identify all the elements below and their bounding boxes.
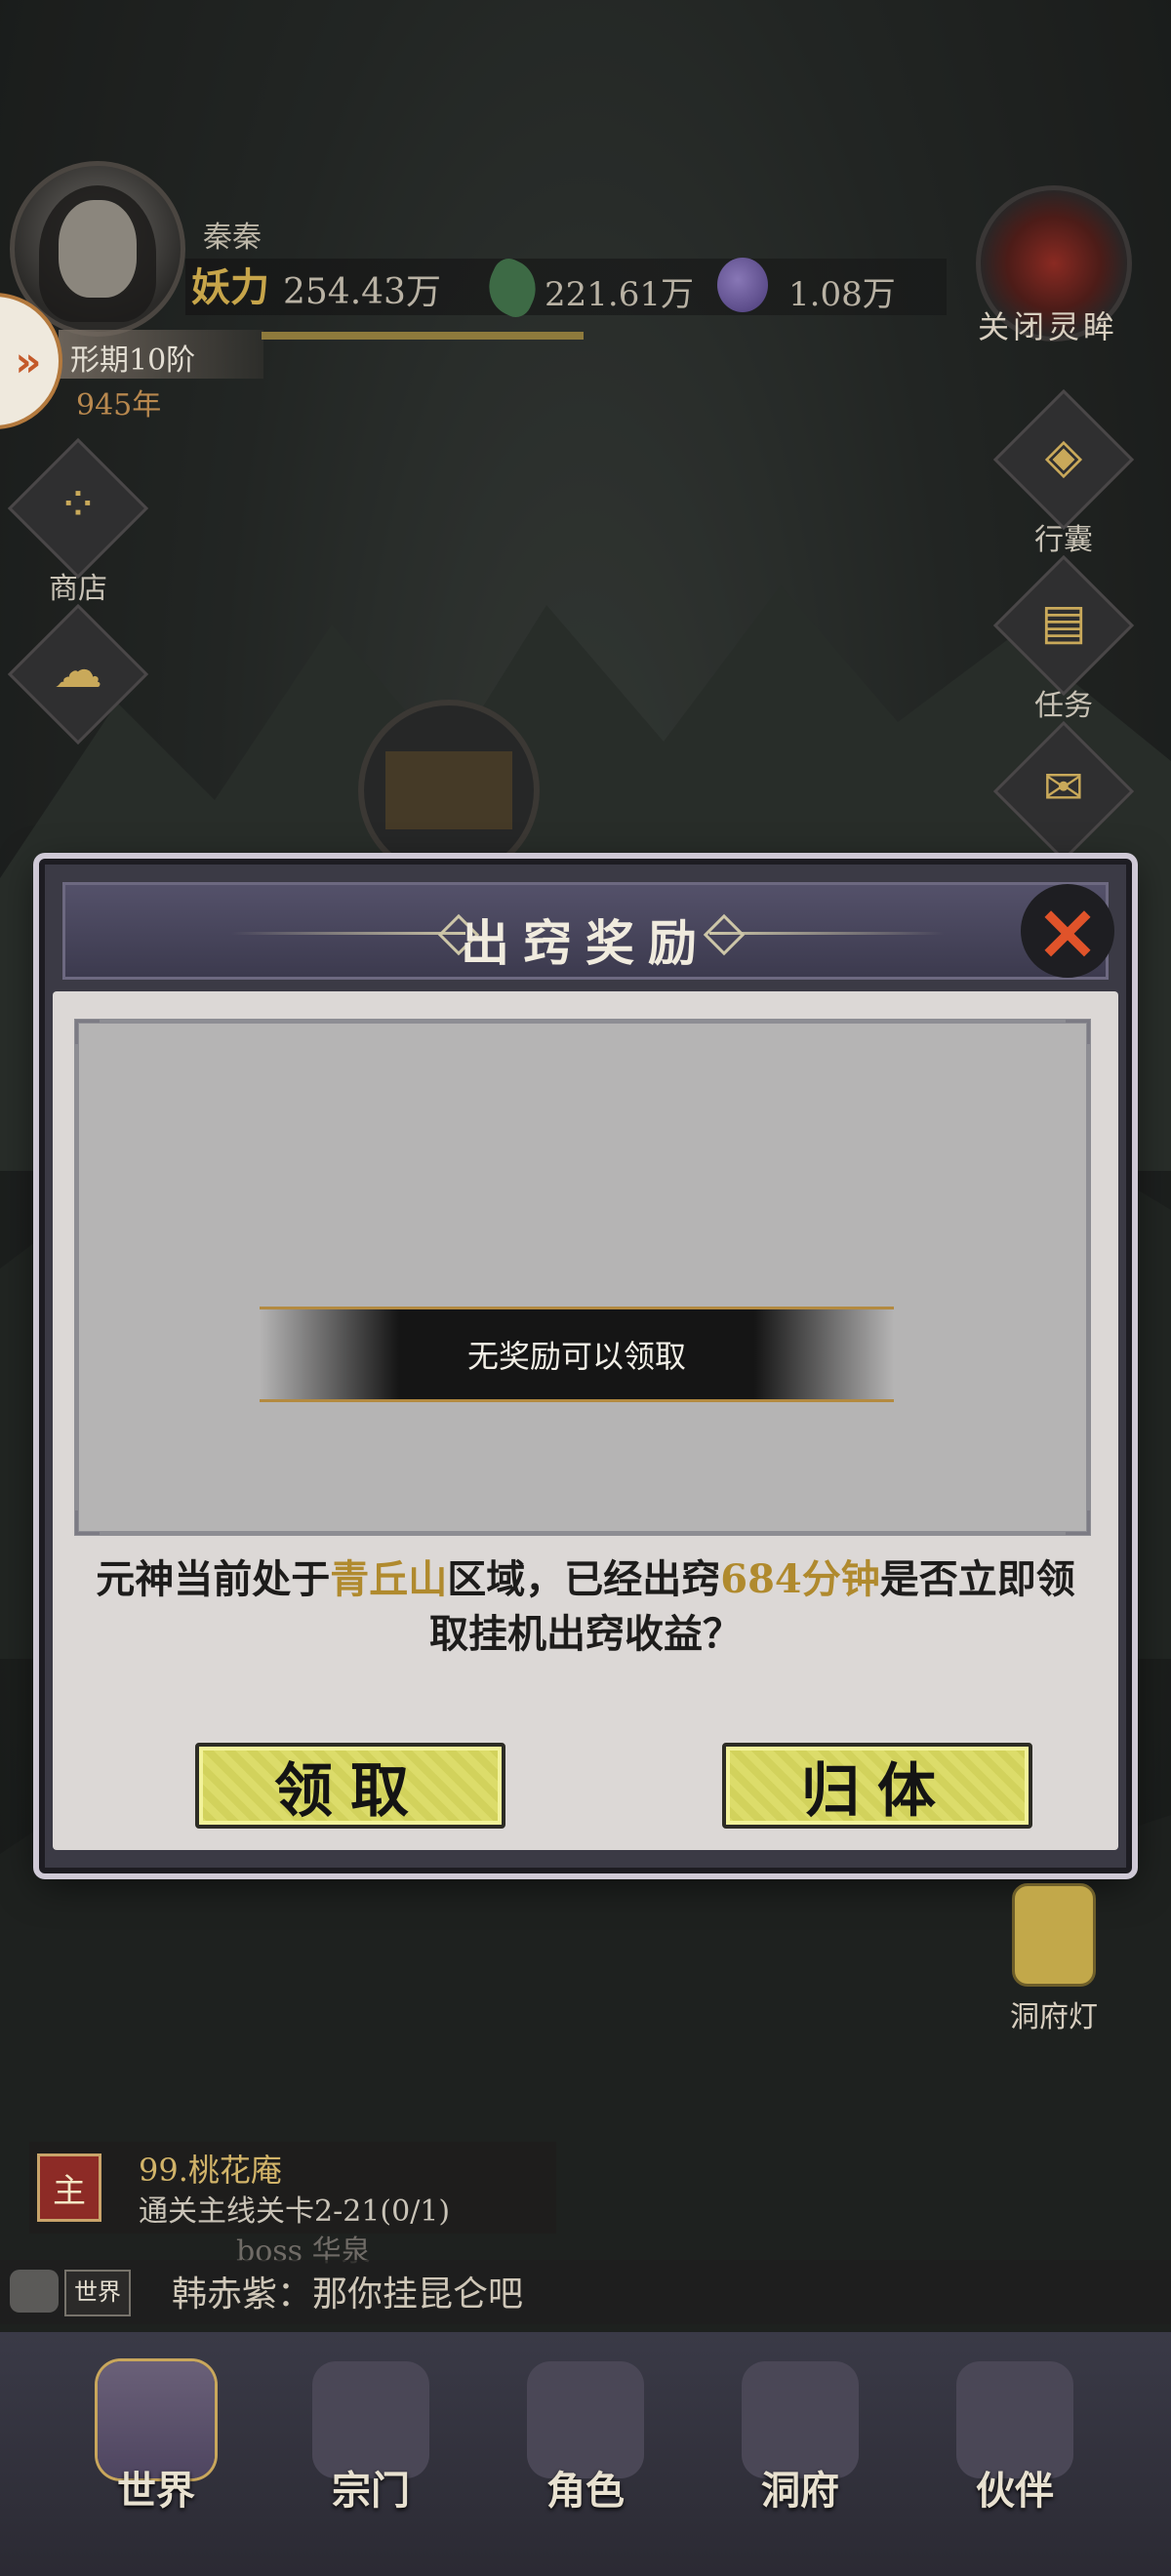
nav-sect[interactable]: 宗门 [273, 2361, 468, 2516]
lantern-label: 洞府灯 [1010, 2000, 1098, 2034]
message-part1: 元神当前处于 [96, 1556, 331, 1602]
nav-world[interactable]: 世界 [59, 2361, 254, 2516]
corner-ornament [1066, 1510, 1090, 1535]
spirit-value: 1.08万 [788, 275, 896, 314]
mail-icon: ✉ [1043, 759, 1084, 816]
double-chevron-right-icon: » [15, 337, 42, 385]
nav-label: 角色 [546, 2468, 625, 2514]
close-eye-label: 关闭灵眸 [978, 308, 1119, 345]
yaoli-label: 妖力 [191, 264, 269, 310]
nav-label: 伙伴 [976, 2468, 1054, 2514]
nav-partner[interactable]: 伙伴 [917, 2361, 1112, 2516]
bag-icon: ◈ [1044, 427, 1083, 484]
chat-message: 韩赤紫：那你挂昆仑吧 [172, 2274, 524, 2314]
corner-ornament [1066, 1020, 1090, 1044]
nav-label: 宗门 [332, 2468, 410, 2514]
no-reward-banner: 无奖励可以领取 [260, 1307, 894, 1402]
nav-label: 世界 [117, 2468, 195, 2514]
bag-button[interactable]: ◈ 行囊 [992, 388, 1135, 558]
scroll-icon: ▤ [1040, 593, 1087, 650]
player-years: 945年 [76, 388, 162, 423]
dialog-body: 无奖励可以领取 元神当前处于青丘山区域，已经出窍684分钟是否立即领取挂机出窍收… [53, 991, 1118, 1850]
task-button[interactable]: ▤ 任务 [992, 554, 1135, 724]
spirit-swirl-icon [717, 258, 768, 312]
dialog-header: 出窍奖励 [62, 882, 1109, 980]
corner-ornament [75, 1510, 100, 1535]
close-button[interactable]: × [1021, 884, 1114, 978]
quest-description: 通关主线关卡2-21(0/1) [139, 2194, 451, 2229]
claim-button[interactable]: 领取 [195, 1743, 505, 1829]
yaoli-value: 254.43万 [283, 272, 441, 312]
chat-bubble-icon[interactable] [10, 2270, 59, 2313]
header-line-right [709, 932, 944, 935]
afk-message: 元神当前处于青丘山区域，已经出窍684分钟是否立即领取挂机出窍收益？ [92, 1552, 1079, 1662]
area-name: 青丘山 [330, 1556, 448, 1602]
afk-duration: 684分钟 [720, 1556, 880, 1602]
mail-button[interactable]: ✉ [992, 720, 1135, 863]
nav-cave[interactable]: 洞府 [703, 2361, 898, 2516]
cave-lantern-button[interactable]: 洞府灯 [995, 1883, 1112, 2035]
nav-character[interactable]: 角色 [488, 2361, 683, 2516]
lantern-icon [1012, 1883, 1096, 1987]
reward-area: 无奖励可以领取 [74, 1019, 1091, 1536]
dialog-title: 出窍奖励 [461, 914, 710, 972]
nav-label: 洞府 [761, 2468, 839, 2514]
spirit-icon: ☁ [54, 642, 102, 699]
realm-level: 形期10阶 [70, 343, 196, 378]
close-icon: × [1034, 885, 1101, 977]
corner-ornament [75, 1020, 100, 1044]
main-quest-tag: 主 [37, 2153, 101, 2222]
exp-progress-bar [262, 332, 584, 340]
avatar-face [59, 200, 137, 298]
afk-reward-dialog: 出窍奖励 × 无奖励可以领取 元神当前处于青丘山区域，已经出窍684分钟是否立即… [39, 859, 1132, 1873]
chat-channel-tag: 世界 [64, 2270, 131, 2316]
spirit-button[interactable]: ☁ [7, 603, 149, 745]
quest-title: 99.桃花庵 [139, 2152, 282, 2189]
shop-icon: ⁘ [58, 476, 99, 533]
main-quest-tracker[interactable]: 主 99.桃花庵 通关主线关卡2-21(0/1) [29, 2142, 556, 2234]
shop-button[interactable]: ⁘ 商店 [7, 437, 149, 607]
jade-value: 221.61万 [545, 275, 694, 314]
return-body-button[interactable]: 归体 [722, 1743, 1032, 1829]
player-name: 秦秦 [203, 221, 262, 255]
message-part2: 区域，已经出窍 [447, 1556, 721, 1602]
